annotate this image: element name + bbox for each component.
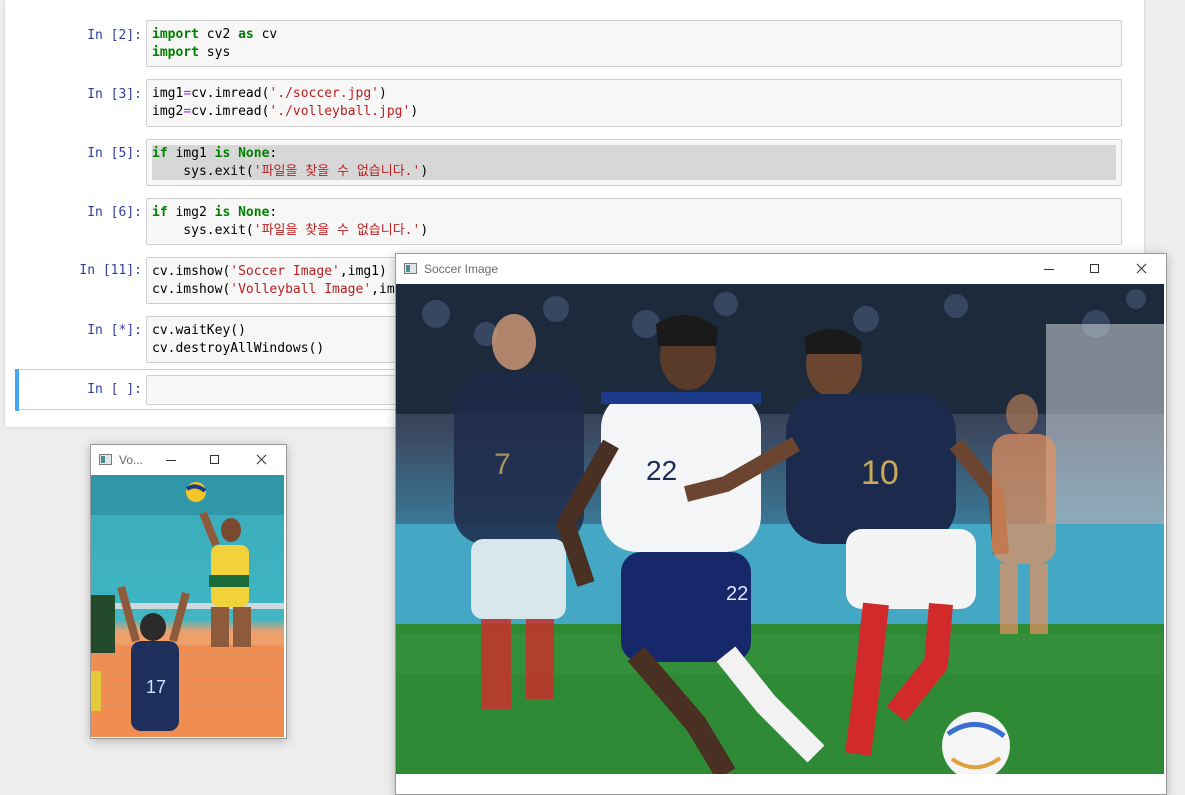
code-token: sys.exit( <box>152 163 254 179</box>
code-line: if img2 is None: <box>152 204 1116 222</box>
code-token: img2 <box>167 205 215 220</box>
code-token: : <box>269 146 278 161</box>
code-token: cv.destroyAllWindows() <box>152 340 325 356</box>
app-icon <box>99 454 112 465</box>
cell-prompt: In [*]: <box>87 323 142 338</box>
svg-text:7: 7 <box>494 448 511 481</box>
cell-prompt: In [5]: <box>87 146 142 161</box>
code-token: cv.imread( <box>191 103 270 119</box>
code-token: cv.imread( <box>191 86 270 101</box>
cell-prompt: In [3]: <box>87 87 142 102</box>
code-token: cv.imshow( <box>152 281 231 297</box>
code-token: img2 <box>152 103 184 119</box>
code-token: import <box>152 44 199 60</box>
code-token: is <box>214 205 231 220</box>
code-line: import cv2 as cv <box>152 26 1116 44</box>
code-line: import sys <box>152 44 1116 62</box>
volleyball-image-window[interactable]: Vo... 17 <box>90 444 287 739</box>
code-token: = <box>183 86 192 101</box>
maximize-icon[interactable] <box>1072 254 1118 284</box>
code-token: import <box>152 27 199 42</box>
code-token: : <box>269 205 278 220</box>
app-icon <box>404 263 417 274</box>
code-token: is <box>214 146 231 161</box>
svg-text:17: 17 <box>146 677 166 697</box>
code-token: 'Soccer Image' <box>230 264 340 279</box>
minimize-icon[interactable] <box>1026 254 1072 284</box>
code-token: '파일을 찾을 수 없습니다.' <box>253 163 421 179</box>
code-token: sys <box>198 44 231 60</box>
code-token: './soccer.jpg' <box>269 86 379 101</box>
code-line: img2=cv.imread('./volleyball.jpg') <box>152 103 1116 121</box>
soccer-image-window[interactable]: Soccer Image 7 22 22 10 <box>395 253 1167 795</box>
code-input[interactable]: import cv2 as cv import sys <box>146 20 1122 67</box>
code-token: cv <box>253 27 278 42</box>
volleyball-image: 17 <box>91 475 284 737</box>
minimize-icon[interactable] <box>148 445 192 475</box>
code-token: cv.imshow( <box>152 264 231 279</box>
maximize-icon[interactable] <box>192 445 236 475</box>
code-token: = <box>183 103 192 119</box>
close-icon[interactable] <box>238 445 282 475</box>
cell-prompt: In [6]: <box>87 205 142 220</box>
code-token: as <box>238 27 254 42</box>
cell-prompt: In [ ]: <box>87 382 142 397</box>
code-line: sys.exit('파일을 찾을 수 없습니다.') <box>152 162 1116 180</box>
close-icon[interactable] <box>1118 254 1164 284</box>
code-token: None <box>238 146 270 161</box>
code-token: None <box>238 205 270 220</box>
code-token: if <box>152 205 168 220</box>
svg-text:22: 22 <box>726 583 748 605</box>
svg-text:22: 22 <box>646 455 677 486</box>
code-token: sys.exit( <box>152 222 254 238</box>
cell-prompt: In [11]: <box>79 263 142 278</box>
code-input[interactable]: img1=cv.imread('./soccer.jpg') img2=cv.im… <box>146 79 1122 127</box>
cell-prompt: In [2]: <box>87 28 142 43</box>
window-titlebar[interactable]: Soccer Image <box>396 254 1166 284</box>
window-titlebar[interactable]: Vo... <box>91 445 286 475</box>
window-title: Soccer Image <box>424 262 499 276</box>
code-token: ) <box>410 103 419 119</box>
svg-text:10: 10 <box>861 454 899 492</box>
code-token: img1 <box>152 86 184 101</box>
code-token: ) <box>420 163 429 179</box>
code-token: if <box>152 146 168 161</box>
soccer-image: 7 22 22 10 <box>396 284 1164 774</box>
code-line: sys.exit('파일을 찾을 수 없습니다.') <box>152 222 1116 240</box>
code-line: if img1 is None: <box>152 145 1116 163</box>
code-token: 'Volleyball Image' <box>230 281 372 297</box>
code-input[interactable]: if img1 is None: sys.exit('파일을 찾을 수 없습니다… <box>146 139 1122 186</box>
code-token: img1 <box>167 146 215 161</box>
code-token: '파일을 찾을 수 없습니다.' <box>253 222 421 238</box>
code-token: './volleyball.jpg' <box>269 103 411 119</box>
window-title: Vo... <box>119 453 144 467</box>
code-input[interactable]: if img2 is None: sys.exit('파일을 찾을 수 없습니다… <box>146 198 1122 245</box>
code-token: ) <box>420 222 429 238</box>
code-token: cv.waitKey() <box>152 323 246 338</box>
code-token: cv2 <box>198 27 239 42</box>
code-token: ) <box>379 86 387 101</box>
code-line: img1=cv.imread('./soccer.jpg') <box>152 85 1116 103</box>
code-token: ,img1) <box>339 264 387 279</box>
